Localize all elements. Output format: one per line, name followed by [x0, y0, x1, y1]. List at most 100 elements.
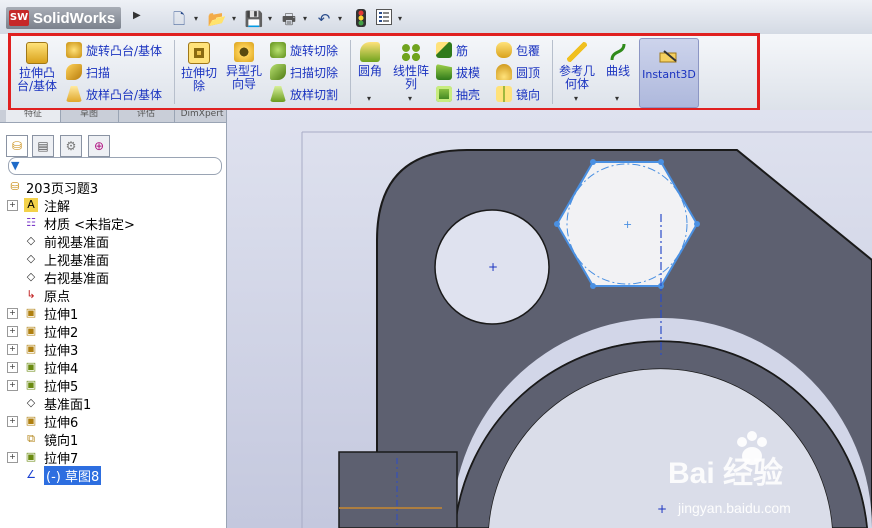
chevron-down-icon[interactable]: ▾	[268, 14, 276, 24]
feature-manager-tab[interactable]: ⛁	[6, 135, 28, 157]
curves-button[interactable]: 曲线	[602, 42, 634, 78]
part-icon: ⛁	[10, 180, 20, 193]
sweep-button[interactable]: 扫描	[66, 62, 110, 82]
sweep-cut-button[interactable]: 扫描切除	[270, 62, 338, 82]
hole-wizard-button[interactable]: 异型孔向导	[222, 42, 266, 91]
tree-item[interactable]: ∠ (-) 草图8	[0, 465, 226, 485]
revolve-boss-button[interactable]: 旋转凸台/基体	[66, 40, 162, 60]
tab-dimxpert[interactable]: DimXpert	[174, 110, 226, 122]
rebuild-icon[interactable]	[350, 9, 372, 29]
extrude-cut-button[interactable]: 拉伸切除	[178, 42, 220, 93]
new-document-icon[interactable]: 🗋	[168, 9, 190, 29]
tree-item[interactable]: + ▣ 拉伸5	[0, 376, 226, 395]
draft-label: 拔模	[456, 65, 481, 80]
app-menu-arrow-icon[interactable]: ▶	[133, 10, 143, 28]
tree-item[interactable]: ↳ 原点	[0, 286, 226, 305]
expand-toggle-icon[interactable]: +	[7, 361, 18, 373]
tree-item[interactable]: + ▣ 拉伸2	[0, 322, 226, 341]
tree-item[interactable]: ☷ 材质 <未指定>	[0, 214, 226, 233]
fillet-button[interactable]: 圆角	[354, 42, 386, 78]
property-icon: ▤	[37, 139, 49, 153]
open-folder-icon[interactable]: 📂	[206, 9, 228, 29]
watermark-main: Bai 经验	[668, 457, 784, 490]
plane-icon: ◇	[26, 396, 36, 409]
tab-features[interactable]: 特征	[6, 110, 61, 122]
loft-cut-button[interactable]: 放样切割	[270, 84, 338, 104]
extrude-boss-button[interactable]: 拉伸凸台/基体	[14, 42, 60, 93]
feature-manager-panel: 特征 草图 评估 DimXpert ⛁ ▤ ⚙ ⊕ » ▼ ⛁ 203页习题3 + A…	[0, 110, 227, 528]
tree-item-label: 拉伸6	[44, 415, 79, 431]
save-icon[interactable]: 💾	[243, 9, 265, 29]
watermark-sub: jingyan.baidu.com	[678, 500, 791, 516]
hexagon-center-mark: +	[623, 218, 632, 231]
display-manager-tab[interactable]: ⊕	[88, 135, 110, 157]
chevron-down-icon[interactable]: ▾	[398, 14, 406, 24]
chevron-down-icon[interactable]: ▾	[303, 14, 311, 24]
tree-item-label: 镜向1	[44, 433, 79, 449]
instant3d-button[interactable]: Instant3D	[639, 38, 699, 108]
reference-geometry-label: 参考几何体	[558, 64, 595, 91]
tab-evaluate[interactable]: 评估	[118, 110, 175, 122]
rib-label: 筋	[456, 43, 469, 58]
reference-geometry-icon	[567, 42, 587, 62]
app-logo[interactable]: SW SolidWorks	[6, 7, 122, 29]
tree-item[interactable]: + ▣ 拉伸6	[0, 412, 226, 431]
revolve-cut-button[interactable]: 旋转切除	[270, 40, 338, 60]
extrude-icon: ▣	[25, 342, 37, 355]
expand-toggle-icon[interactable]: +	[7, 307, 18, 319]
chevron-down-icon[interactable]: ▾	[574, 94, 578, 103]
expand-toggle-icon[interactable]: +	[7, 199, 18, 211]
tree-item-label: 拉伸4	[44, 361, 79, 377]
mirror-button[interactable]: 镜向	[496, 84, 540, 104]
hole-wizard-label: 异型孔向导	[225, 64, 262, 91]
print-icon[interactable]: 🖶	[278, 9, 300, 29]
extrude-cut-icon: ▣	[25, 360, 37, 373]
dome-button[interactable]: 圆顶	[496, 62, 540, 82]
tree-item-label: 上视基准面	[44, 253, 110, 269]
tab-sketch[interactable]: 草图	[60, 110, 119, 122]
linear-pattern-button[interactable]: 线性阵列	[390, 42, 432, 91]
undo-icon[interactable]: ↶	[313, 9, 335, 29]
tree-root[interactable]: ⛁ 203页习题3	[0, 178, 226, 197]
expand-toggle-icon[interactable]: +	[7, 379, 18, 391]
tree-item[interactable]: ◇ 右视基准面	[0, 268, 226, 287]
tree-item[interactable]: + ▣ 拉伸1	[0, 304, 226, 323]
expand-toggle-icon[interactable]: +	[7, 325, 18, 337]
chevron-down-icon[interactable]: ▾	[338, 14, 346, 24]
chevron-down-icon[interactable]: ▾	[367, 94, 371, 103]
tree-item[interactable]: + ▣ 拉伸4	[0, 358, 226, 377]
tree-item[interactable]: ◇ 基准面1	[0, 394, 226, 413]
annotation-icon: A	[24, 198, 38, 212]
tree-item[interactable]: ◇ 前视基准面	[0, 232, 226, 251]
property-manager-tab[interactable]: ▤	[32, 135, 54, 157]
tree-item-label: 拉伸5	[44, 379, 79, 395]
extrude-cut-icon	[188, 42, 210, 64]
feature-tree-icon: ⛁	[11, 139, 23, 153]
draft-button[interactable]: 拔模	[436, 62, 480, 82]
wrap-button[interactable]: 包覆	[496, 40, 540, 60]
reference-geometry-button[interactable]: 参考几何体	[556, 42, 598, 91]
expand-toggle-icon[interactable]: +	[7, 451, 18, 463]
chevron-down-icon[interactable]: ▾	[232, 14, 240, 24]
loft-boss-button[interactable]: 放样凸台/基体	[66, 84, 162, 104]
chevron-down-icon[interactable]: ▾	[615, 94, 619, 103]
options-icon[interactable]	[373, 9, 395, 29]
rib-button[interactable]: 筋	[436, 40, 468, 60]
chevron-down-icon[interactable]: ▾	[408, 94, 412, 103]
tree-item[interactable]: ◇ 上视基准面	[0, 250, 226, 269]
solidworks-logo-icon: SW	[9, 10, 29, 26]
chevron-down-icon[interactable]: ▾	[194, 14, 202, 24]
shell-button[interactable]: 抽壳	[436, 84, 480, 104]
expand-toggle-icon[interactable]: +	[7, 343, 18, 355]
expand-toggle-icon[interactable]: +	[7, 415, 18, 427]
tree-item[interactable]: + ▣ 拉伸3	[0, 340, 226, 359]
configuration-manager-tab[interactable]: ⚙	[60, 135, 82, 157]
tree-item[interactable]: ⧉ 镜向1	[0, 430, 226, 449]
mirror-icon: ⧉	[27, 432, 35, 445]
tree-item-label: 拉伸3	[44, 343, 79, 359]
tree-item[interactable]: + ▣ 拉伸7	[0, 448, 226, 467]
tree-filter-input[interactable]: ▼	[8, 157, 222, 175]
loft-boss-label: 放样凸台/基体	[86, 87, 163, 102]
tree-item-label: 拉伸7	[44, 451, 79, 467]
tree-item[interactable]: + A 注解	[0, 196, 226, 215]
